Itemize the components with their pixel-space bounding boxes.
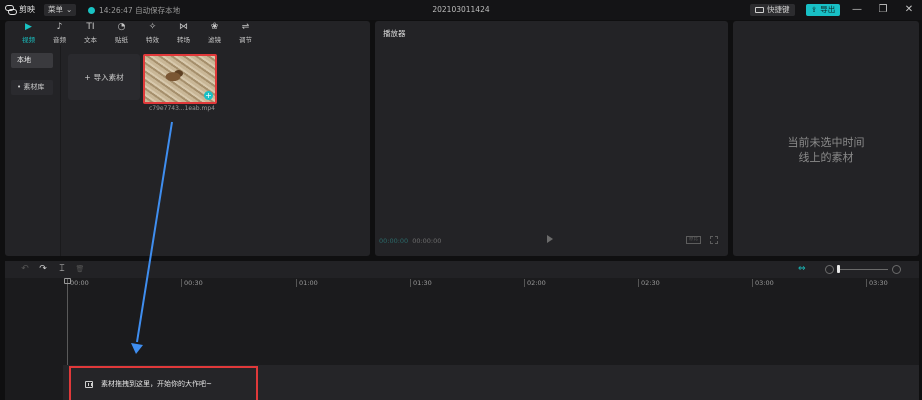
media-tabs: ▶ 视频 ♪ 音频 TI 文本 ◔ 贴纸 ✧ 特效 ⋈ 转场 ❀ 滤镜 ⇌ 调节 (5, 21, 370, 45)
tab-sticker[interactable]: ◔ 贴纸 (106, 21, 137, 45)
sidebar-item-local[interactable]: 本地 (11, 53, 53, 68)
player-header: 播放器 (383, 29, 406, 38)
drop-hint-text: 素材拖拽到这里，开始你的大作吧~ (101, 380, 212, 388)
export-icon: ⇪ (811, 5, 818, 14)
ruler-tick: 03:00 (752, 279, 774, 287)
sidebar-item-library[interactable]: • 素材库 (11, 80, 53, 95)
ruler-tick: 03:30 (866, 279, 888, 287)
tab-label: 调节 (239, 36, 252, 44)
ruler-tick: 01:30 (410, 279, 432, 287)
sticker-icon: ◔ (117, 22, 126, 32)
shortcut-label: 快捷键 (767, 5, 790, 14)
fullscreen-icon[interactable] (710, 236, 718, 244)
plus-icon: + (84, 72, 91, 82)
media-panel: ▶ 视频 ♪ 音频 TI 文本 ◔ 贴纸 ✧ 特效 ⋈ 转场 ❀ 滤镜 ⇌ 调节 (5, 21, 370, 256)
aspect-ratio-button[interactable]: 原比 (686, 236, 701, 244)
close-button[interactable]: ✕ (902, 3, 916, 17)
empty-line-2: 线上的素材 (798, 151, 854, 164)
import-label: 导入素材 (93, 72, 124, 82)
split-icon[interactable]: ⌶ (57, 264, 67, 274)
redo-icon[interactable]: ↷ (38, 264, 48, 274)
zoom-slider-handle[interactable] (837, 265, 840, 273)
properties-empty-message: 当前未选中时间 线上的素材 (733, 135, 919, 165)
tab-transitions[interactable]: ⋈ 转场 (168, 21, 199, 45)
timeline-ruler[interactable]: 00:00 00:30 01:00 01:30 02:00 02:30 03:0… (5, 278, 919, 290)
tab-label: 贴纸 (115, 36, 128, 44)
ruler-tick: 02:00 (524, 279, 546, 287)
ruler-tick: 02:30 (638, 279, 660, 287)
properties-panel: 当前未选中时间 线上的素材 (733, 21, 919, 256)
shortcut-button[interactable]: 快捷键 (750, 4, 795, 16)
maximize-button[interactable]: ❐ (876, 3, 890, 17)
transition-icon: ⋈ (179, 22, 188, 32)
player-panel: 播放器 00:00:00 00:00:00 原比 (375, 21, 728, 256)
zoom-slider[interactable] (838, 269, 888, 270)
zoom-out-icon[interactable] (825, 265, 834, 274)
effects-icon: ✧ (148, 22, 157, 32)
link-icon[interactable]: ⇔ (798, 264, 806, 274)
export-button[interactable]: ⇪ 导出 (806, 4, 841, 16)
video-icon: ▶ (25, 22, 32, 32)
playhead-handle[interactable] (64, 278, 71, 284)
keyboard-icon (755, 7, 764, 13)
tab-filters[interactable]: ❀ 滤镜 (199, 21, 230, 45)
title-bar: 剪映 菜单 ⌄ 14:26:47 自动保存本地 202103011424 快捷键… (0, 0, 922, 20)
ruler-tick: 01:00 (296, 279, 318, 287)
playhead-line[interactable] (67, 278, 68, 370)
film-icon (85, 380, 93, 388)
zoom-in-icon[interactable] (892, 265, 901, 274)
track-drop-zone[interactable]: 素材拖拽到这里，开始你的大作吧~ (69, 366, 258, 400)
timeline-panel: ↶ ↷ ⌶ 🗑 ⇔ 00:00 00:30 01:00 01:30 02:00 … (5, 261, 919, 400)
timeline-toolbar: ↶ ↷ ⌶ 🗑 ⇔ (5, 261, 919, 278)
ruler-tick: 00:30 (181, 279, 203, 287)
text-icon: TI (86, 22, 95, 32)
current-time: 00:00:00 (379, 237, 409, 245)
tab-adjust[interactable]: ⇌ 调节 (230, 21, 261, 45)
tab-audio[interactable]: ♪ 音频 (44, 21, 75, 45)
undo-icon[interactable]: ↶ (20, 264, 30, 274)
media-clip-thumbnail[interactable]: + (143, 54, 217, 104)
tab-label: 特效 (146, 36, 159, 44)
total-time: 00:00:00 (412, 237, 442, 245)
tab-video[interactable]: ▶ 视频 (13, 21, 44, 45)
empty-line-1: 当前未选中时间 (787, 136, 865, 149)
tab-text[interactable]: TI 文本 (75, 21, 106, 45)
import-media-button[interactable]: + 导入素材 (68, 54, 140, 100)
audio-icon: ♪ (56, 22, 63, 32)
clip-filename: c79e7743...1eab.mp4 (149, 105, 215, 112)
tab-label: 文本 (84, 36, 97, 44)
play-icon[interactable] (547, 235, 553, 243)
export-label: 导出 (820, 5, 836, 14)
media-sidebar: 本地 • 素材库 (5, 45, 61, 256)
delete-icon[interactable]: 🗑 (75, 264, 85, 274)
tab-label: 转场 (177, 36, 190, 44)
tab-effects[interactable]: ✧ 特效 (137, 21, 168, 45)
filter-icon: ❀ (210, 22, 219, 32)
add-to-timeline-icon[interactable]: + (204, 91, 213, 100)
tab-label: 滤镜 (208, 36, 221, 44)
tab-label: 音频 (53, 36, 66, 44)
minimize-button[interactable]: — (850, 3, 864, 17)
adjust-icon: ⇌ (241, 22, 250, 32)
player-timecode: 00:00:00 00:00:00 (379, 237, 441, 245)
tab-label: 视频 (22, 36, 35, 44)
